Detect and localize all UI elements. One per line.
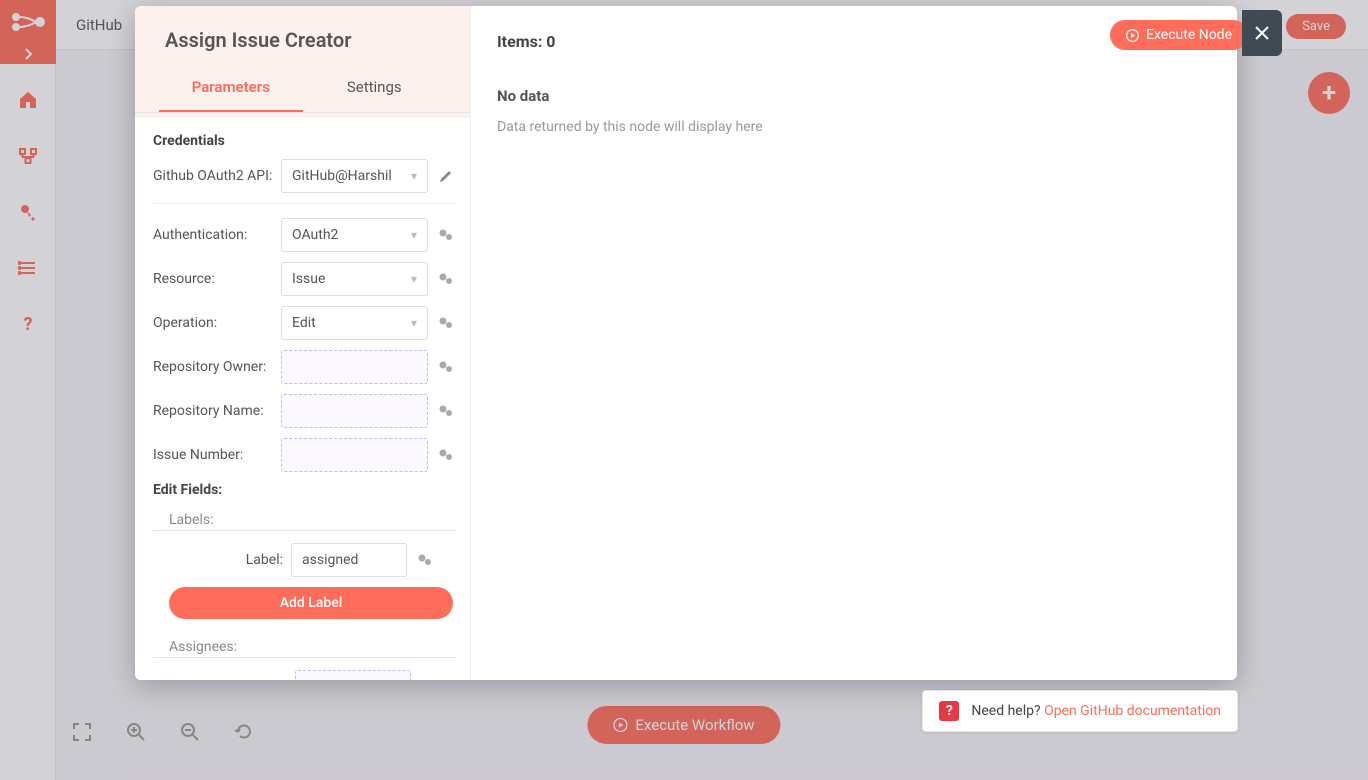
- node-editor-left-pane: Assign Issue Creator Parameters Settings…: [135, 6, 471, 680]
- auth-select[interactable]: OAuth2 ▾: [281, 218, 428, 252]
- gears-icon[interactable]: [436, 316, 456, 330]
- credentials-title: Credentials: [153, 133, 456, 149]
- label-field-label: Label:: [191, 552, 283, 568]
- label-field-value: assigned: [302, 552, 358, 568]
- credential-value: GitHub@Harshil: [292, 168, 392, 184]
- execute-node-button[interactable]: Execute Node: [1110, 20, 1248, 50]
- node-editor-modal: Assign Issue Creator Parameters Settings…: [135, 6, 1237, 680]
- gears-icon[interactable]: [436, 360, 456, 374]
- chevron-down-icon: ▾: [411, 316, 417, 330]
- credential-select[interactable]: GitHub@Harshil ▾: [281, 159, 428, 193]
- gears-icon[interactable]: [436, 272, 456, 286]
- auth-value: OAuth2: [292, 227, 338, 243]
- resource-value: Issue: [292, 271, 325, 287]
- chevron-down-icon: ▾: [411, 228, 417, 242]
- edit-fields-title: Edit Fields:: [153, 482, 456, 498]
- help-link[interactable]: Open GitHub documentation: [1044, 703, 1221, 719]
- assignees-field-input[interactable]: [295, 670, 411, 680]
- auth-label: Authentication:: [153, 227, 273, 243]
- repo-name-label: Repository Name:: [153, 403, 273, 419]
- resource-label: Resource:: [153, 271, 273, 287]
- gears-icon[interactable]: [436, 404, 456, 418]
- credential-label: Github OAuth2 API:: [153, 168, 273, 184]
- edit-credential-icon[interactable]: [436, 169, 456, 183]
- chevron-down-icon: ▾: [411, 169, 417, 183]
- node-title: Assign Issue Creator: [135, 6, 470, 62]
- close-modal-button[interactable]: [1242, 10, 1282, 56]
- node-tabs: Parameters Settings: [135, 62, 470, 113]
- add-label-button[interactable]: Add Label: [169, 587, 453, 619]
- operation-label: Operation:: [153, 315, 273, 331]
- repo-owner-label: Repository Owner:: [153, 359, 273, 375]
- chevron-down-icon: ▾: [411, 272, 417, 286]
- help-toast: ? Need help? Open GitHub documentation: [922, 690, 1238, 732]
- gears-icon[interactable]: [436, 228, 456, 242]
- issue-number-label: Issue Number:: [153, 447, 273, 463]
- node-editor-right-pane: Items: 0 No data Data returned by this n…: [471, 6, 1237, 680]
- items-count: Items: 0: [497, 32, 1211, 51]
- label-field-input[interactable]: assigned: [291, 543, 407, 577]
- tab-settings[interactable]: Settings: [303, 62, 447, 112]
- tab-parameters[interactable]: Parameters: [159, 62, 303, 112]
- gears-icon[interactable]: [436, 448, 456, 462]
- help-text: Need help?: [971, 703, 1044, 719]
- issue-number-input[interactable]: [281, 438, 428, 472]
- play-icon: [1126, 29, 1139, 42]
- assignees-field-label: Assignees:: [191, 679, 287, 680]
- assignees-header: Assignees:: [153, 635, 456, 658]
- resource-select[interactable]: Issue ▾: [281, 262, 428, 296]
- question-icon: ?: [939, 701, 959, 721]
- no-data-subtitle: Data returned by this node will display …: [497, 119, 1211, 135]
- parameters-form: Credentials Github OAuth2 API: GitHub@Ha…: [135, 113, 470, 680]
- operation-value: Edit: [292, 315, 316, 331]
- repo-name-input[interactable]: [281, 394, 428, 428]
- no-data-title: No data: [497, 87, 1211, 105]
- execute-node-label: Execute Node: [1146, 27, 1232, 43]
- gears-icon[interactable]: [415, 553, 435, 567]
- repo-owner-input[interactable]: [281, 350, 428, 384]
- labels-header: Labels:: [153, 508, 456, 531]
- operation-select[interactable]: Edit ▾: [281, 306, 428, 340]
